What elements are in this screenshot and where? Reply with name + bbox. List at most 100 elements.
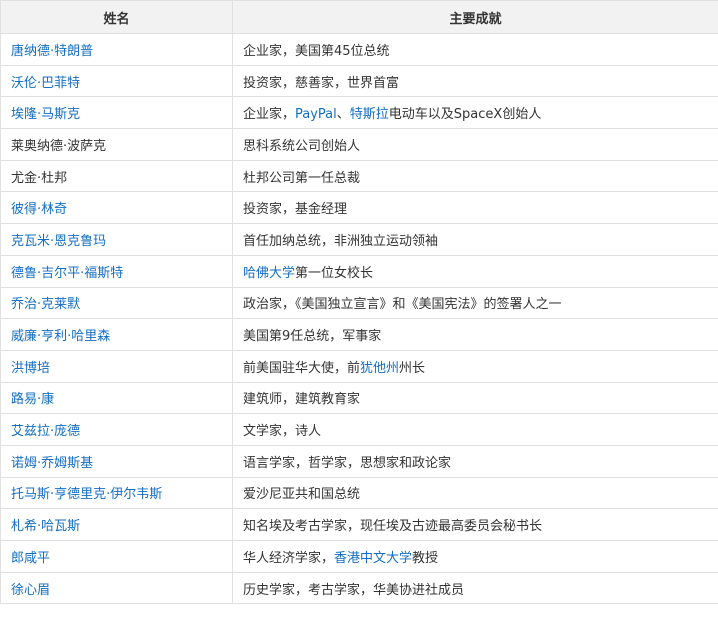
cell-achievement: 建筑师，建筑教育家	[232, 381, 718, 415]
person-name-link[interactable]: 克瓦米·恩克鲁玛	[11, 234, 106, 249]
table-row: 克瓦米·恩克鲁玛 首任加纳总统，非洲独立运动领袖	[0, 223, 718, 256]
achievement-text: 首任加纳总统，非洲独立运动领袖	[243, 233, 439, 249]
achievement-text: 知名埃及考古学家，现任埃及古迹最高委员会秘书长	[243, 519, 543, 535]
table-row: 莱奥纳德·波萨克 思科系统公司创始人	[0, 128, 718, 161]
achievement-text: 教授	[412, 550, 439, 566]
person-name-link[interactable]: 诺姆·乔姆斯基	[11, 456, 93, 471]
person-name-link[interactable]: 威廉·亨利·哈里森	[11, 329, 110, 344]
achievement-link[interactable]: 犹他州	[360, 361, 399, 376]
cell-achievement: 政治家，《美国独立宣言》和《美国宪法》的签署人之一	[232, 286, 718, 320]
achievement-link[interactable]: PayPal	[295, 107, 337, 122]
cell-achievement: 企业家，美国第45位总统	[232, 33, 718, 66]
cell-achievement: 知名埃及考古学家，现任埃及古迹最高委员会秘书长	[232, 508, 718, 541]
cell-name: 彼得·林奇	[0, 191, 233, 225]
achievement-text: 爱沙尼亚共和国总统	[243, 487, 361, 503]
cell-name: 威廉·亨利·哈里森	[0, 318, 233, 351]
cell-achievement: 企业家，PayPal、特斯拉电动车以及SpaceX创始人	[232, 96, 718, 130]
achievement-text: 语言学家，哲学家，思想家和政论家	[243, 455, 452, 471]
achievement-text: 杜邦公司第一任总裁	[243, 170, 361, 186]
achievement-text: 文学家，诗人	[243, 424, 322, 440]
achievement-link[interactable]: 特斯拉	[350, 107, 389, 122]
cell-achievement: 语言学家，哲学家，思想家和政论家	[232, 444, 718, 478]
person-name-link[interactable]: 彼得·林奇	[11, 202, 67, 217]
person-name: 莱奥纳德·波萨克	[11, 138, 107, 154]
achievement-text: 投资家，慈善家，世界首富	[243, 75, 400, 91]
achievement-text: 政治家，《美国独立宣言》和《美国宪法》的签署人之一	[243, 297, 562, 313]
cell-name: 沃伦·巴菲特	[0, 64, 233, 98]
person-name-link[interactable]: 埃隆·马斯克	[11, 107, 80, 122]
cell-achievement: 历史学家，考古学家，华美协进社成员	[232, 571, 718, 605]
achievement-text: 、	[336, 107, 350, 123]
header-achievement: 主要成就	[232, 0, 718, 34]
header-name: 姓名	[0, 0, 233, 34]
person-name-link[interactable]: 艾兹拉·庞德	[11, 424, 80, 439]
table-row: 埃隆·马斯克 企业家，PayPal、特斯拉电动车以及SpaceX创始人	[0, 96, 718, 130]
table-row: 德鲁·吉尔平·福斯特 哈佛大学第一位女校长	[0, 254, 718, 288]
cell-achievement: 美国第9任总统，军事家	[232, 318, 718, 351]
person-name: 尤金·杜邦	[11, 170, 68, 186]
cell-achievement: 杜邦公司第一任总裁	[232, 159, 718, 193]
table-row: 沃伦·巴菲特 投资家，慈善家，世界首富	[0, 64, 718, 98]
achievement-text: 投资家，基金经理	[243, 202, 348, 218]
achievement-text: 美国第9任总统，军事家	[243, 329, 382, 345]
achievement-text: 建筑师，建筑教育家	[243, 392, 361, 408]
table-row: 洪博培 前美国驻华大使，前犹他州州长	[0, 349, 718, 383]
cell-name: 托马斯·亨德里克·伊尔韦斯	[0, 476, 233, 510]
person-name-link[interactable]: 沃伦·巴菲特	[11, 76, 80, 91]
cell-name: 克瓦米·恩克鲁玛	[0, 223, 233, 256]
table-row: 艾兹拉·庞德 文学家，诗人	[0, 413, 718, 446]
person-name-link[interactable]: 札希·哈瓦斯	[11, 519, 80, 534]
person-name-link[interactable]: 徐心眉	[11, 583, 50, 598]
cell-name: 路易·康	[0, 381, 233, 415]
table-row: 尤金·杜邦 杜邦公司第一任总裁	[0, 159, 718, 193]
achievement-link[interactable]: 香港中文大学	[334, 551, 412, 566]
achievement-text: 历史学家，考古学家，华美协进社成员	[243, 582, 465, 598]
achievement-text: 州长	[399, 360, 426, 376]
person-name-link[interactable]: 郎咸平	[11, 551, 50, 566]
table-body: 唐纳德·特朗普 企业家，美国第45位总统沃伦·巴菲特 投资家，慈善家，世界首富埃隆·…	[0, 33, 718, 605]
table-row: 徐心眉 历史学家，考古学家，华美协进社成员	[0, 571, 718, 605]
table-row: 唐纳德·特朗普 企业家，美国第45位总统	[0, 33, 718, 66]
person-name-link[interactable]: 乔治·克莱默	[11, 297, 80, 312]
cell-achievement: 投资家，基金经理	[232, 191, 718, 225]
cell-name: 埃隆·马斯克	[0, 96, 233, 130]
table-header-row: 姓名 主要成就	[0, 0, 718, 34]
table-row: 郎咸平 华人经济学家，香港中文大学教授	[0, 540, 718, 573]
achievement-text: 企业家，美国第45位总统	[243, 43, 390, 59]
cell-achievement: 文学家，诗人	[232, 413, 718, 446]
cell-achievement: 投资家，慈善家，世界首富	[232, 64, 718, 98]
cell-name: 洪博培	[0, 349, 233, 383]
cell-achievement: 首任加纳总统，非洲独立运动领袖	[232, 223, 718, 256]
table-row: 彼得·林奇 投资家，基金经理	[0, 191, 718, 225]
cell-name: 莱奥纳德·波萨克	[0, 128, 233, 161]
cell-name: 德鲁·吉尔平·福斯特	[0, 254, 233, 288]
cell-name: 札希·哈瓦斯	[0, 508, 233, 541]
cell-achievement: 思科系统公司创始人	[232, 128, 718, 161]
table-row: 路易·康 建筑师，建筑教育家	[0, 381, 718, 415]
achievement-link[interactable]: 哈佛大学	[243, 266, 295, 281]
person-name-link[interactable]: 路易·康	[11, 392, 54, 407]
person-name-link[interactable]: 唐纳德·特朗普	[11, 44, 93, 59]
achievement-text: 华人经济学家，	[243, 550, 335, 566]
cell-achievement: 华人经济学家，香港中文大学教授	[232, 540, 718, 573]
achievement-text: 第一位女校长	[295, 265, 374, 281]
cell-name: 唐纳德·特朗普	[0, 33, 233, 66]
table-row: 札希·哈瓦斯 知名埃及考古学家，现任埃及古迹最高委员会秘书长	[0, 508, 718, 541]
alumni-table: 姓名 主要成就 唐纳德·特朗普 企业家，美国第45位总统沃伦·巴菲特 投资家，慈善家…	[0, 0, 718, 605]
achievement-text: 企业家，	[243, 107, 296, 123]
cell-name: 乔治·克莱默	[0, 286, 233, 320]
cell-name: 尤金·杜邦	[0, 159, 233, 193]
table-row: 托马斯·亨德里克·伊尔韦斯 爱沙尼亚共和国总统	[0, 476, 718, 510]
table-row: 乔治·克莱默 政治家，《美国独立宣言》和《美国宪法》的签署人之一	[0, 286, 718, 320]
cell-achievement: 哈佛大学第一位女校长	[232, 254, 718, 288]
person-name-link[interactable]: 德鲁·吉尔平·福斯特	[11, 266, 123, 281]
table-row: 威廉·亨利·哈里森 美国第9任总统，军事家	[0, 318, 718, 351]
cell-achievement: 爱沙尼亚共和国总统	[232, 476, 718, 510]
cell-name: 徐心眉	[0, 571, 233, 605]
person-name-link[interactable]: 洪博培	[11, 361, 50, 376]
achievement-text: 思科系统公司创始人	[243, 138, 361, 154]
achievement-text: 前美国驻华大使，前	[243, 360, 361, 376]
cell-name: 诺姆·乔姆斯基	[0, 444, 233, 478]
cell-name: 郎咸平	[0, 540, 233, 573]
person-name-link[interactable]: 托马斯·亨德里克·伊尔韦斯	[11, 487, 162, 502]
